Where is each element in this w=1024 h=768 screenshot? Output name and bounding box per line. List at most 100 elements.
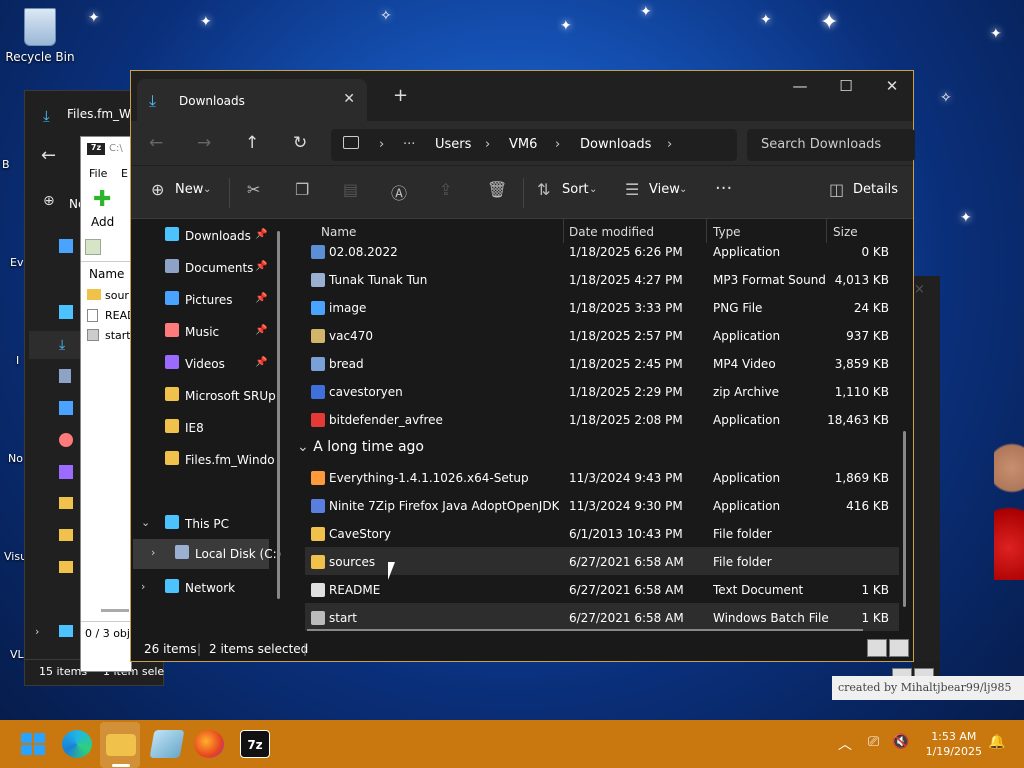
tab-downloads[interactable]: ⤓ Downloads ✕ <box>137 79 367 121</box>
firefox-icon[interactable] <box>194 730 224 758</box>
minimize-icon[interactable]: — <box>777 77 823 95</box>
table-row[interactable]: 02.08.2022 1/18/2025 6:26 PM Application 0 … <box>305 237 899 265</box>
network-tray-icon[interactable]: ⎚ <box>868 734 879 750</box>
rename-icon[interactable]: Ⓐ <box>391 180 407 204</box>
group-header[interactable]: ⌄ A long time ago <box>297 439 424 455</box>
sidebar-item-microsoft-srup[interactable]: Microsoft SRUp <box>131 381 276 411</box>
sort-icon[interactable]: ⇅ <box>537 180 550 199</box>
add-icon[interactable]: ✚ <box>93 189 111 211</box>
list-item[interactable]: sour <box>105 289 129 302</box>
edge-icon[interactable] <box>62 730 92 758</box>
chevron-right-icon[interactable]: › <box>379 137 384 152</box>
notification-bell-icon[interactable]: 🔔 <box>988 734 1005 750</box>
background-window[interactable]: × <box>912 276 940 688</box>
sort-button[interactable]: Sort <box>562 182 589 197</box>
plus-icon[interactable]: ⊕ <box>43 193 55 209</box>
chevron-down-icon[interactable]: ⌄ <box>589 184 597 195</box>
more-options-icon[interactable]: ··· <box>715 178 732 199</box>
new-button[interactable]: New <box>175 182 203 197</box>
horizontal-scrollbar[interactable] <box>307 629 863 631</box>
breadcrumb-vm6[interactable]: VM6 <box>509 137 537 152</box>
sidebar-item-pictures[interactable]: Pictures 📌 <box>131 285 276 315</box>
view-icon[interactable]: ☰ <box>625 180 639 199</box>
table-row[interactable]: CaveStory 6/1/2013 10:43 PM File folder <box>305 519 899 547</box>
chevron-down-icon[interactable]: ⌄ <box>297 439 313 455</box>
sidebar-item-label: Videos <box>185 357 225 371</box>
delete-icon[interactable]: 🗑 <box>487 180 507 199</box>
table-row[interactable]: Ninite 7Zip Firefox Java AdoptOpenJDK x.… <box>305 491 899 519</box>
list-item[interactable]: start <box>105 329 131 342</box>
paste-icon[interactable]: ▤ <box>343 180 358 199</box>
table-row[interactable]: bread 1/18/2025 2:45 PM MP4 Video 3,859 KB <box>305 349 899 377</box>
sidebar-item-local-disk[interactable]: › Local Disk (C:) <box>133 539 281 569</box>
table-row[interactable]: cavestoryen 1/18/2025 2:29 PM zip Archive 1… <box>305 377 899 405</box>
search-input[interactable]: Search Downloads <box>747 129 915 161</box>
close-window-icon[interactable]: ✕ <box>869 77 915 95</box>
address-bar[interactable]: › ··· Users › VM6 › Downloads › <box>331 129 737 161</box>
details-button[interactable]: Details <box>853 182 898 197</box>
forward-arrow-icon[interactable]: → <box>197 133 211 153</box>
chevron-right-icon[interactable]: › <box>35 625 39 638</box>
notepad-icon[interactable] <box>149 730 185 758</box>
sidebar-item-files-fm-windo[interactable]: Files.fm_Windo <box>131 445 276 475</box>
chevron-down-icon[interactable]: ⌄ <box>203 184 211 195</box>
cut-icon[interactable]: ✂ <box>247 180 260 199</box>
chevron-right-icon[interactable]: › <box>151 546 155 559</box>
back-arrow-icon[interactable]: ← <box>41 145 56 166</box>
sidebar-item-music[interactable]: Music 📌 <box>131 317 276 347</box>
table-row[interactable]: image 1/18/2025 3:33 PM PNG File 24 KB <box>305 293 899 321</box>
sevenzip-taskbar-icon[interactable]: 7z <box>240 730 270 758</box>
share-icon[interactable]: ⇪ <box>439 180 452 199</box>
nav-scrollbar[interactable] <box>277 231 280 599</box>
chevron-up-icon[interactable]: ︿ <box>838 734 852 754</box>
system-clock[interactable]: 1:53 AM 1/19/2025 <box>926 729 982 759</box>
details-pane-icon[interactable]: ◫ <box>829 180 844 199</box>
sidebar-item-downloads[interactable]: Downloads 📌 <box>131 221 276 251</box>
chevron-down-icon[interactable]: ⌄ <box>679 184 687 195</box>
close-tab-icon[interactable]: ✕ <box>343 91 355 107</box>
chevron-right-icon[interactable]: › <box>667 137 672 152</box>
sidebar-item-label: IE8 <box>185 421 204 435</box>
table-row[interactable]: vac470 1/18/2025 2:57 PM Application 937 KB <box>305 321 899 349</box>
table-row[interactable]: Tunak Tunak Tun 1/18/2025 4:27 PM MP3 Form… <box>305 265 899 293</box>
column-name[interactable]: Name <box>89 267 124 281</box>
menu-edit[interactable]: E <box>121 167 128 180</box>
table-row[interactable]: start 6/27/2021 6:58 AM Windows Batch File… <box>305 603 899 631</box>
cell-type: MP3 Format Sound <box>713 273 826 287</box>
volume-muted-icon[interactable]: 🔇 <box>892 734 909 750</box>
plus-icon[interactable]: ⊕ <box>151 180 164 199</box>
sevenzip-window[interactable]: 7z C:\ File E ✚ Add Name sour READ start… <box>80 136 137 672</box>
sidebar-item-documents[interactable]: Documents 📌 <box>131 253 276 283</box>
chevron-right-icon[interactable]: › <box>141 580 145 593</box>
copy-icon[interactable]: ❐ <box>295 180 309 199</box>
new-tab-icon[interactable]: + <box>393 85 408 106</box>
sidebar-item-videos[interactable]: Videos 📌 <box>131 349 276 379</box>
tiles-view-icon[interactable] <box>889 639 909 657</box>
up-folder-icon[interactable] <box>85 239 101 255</box>
back-arrow-icon[interactable]: ← <box>149 133 163 153</box>
list-scrollbar[interactable] <box>903 431 906 607</box>
breadcrumb-users[interactable]: Users <box>435 137 471 152</box>
chevron-down-icon[interactable]: ⌄ <box>141 516 150 529</box>
sidebar-item-network[interactable]: › Network <box>131 573 276 603</box>
sidebar-item-ie8[interactable]: IE8 <box>131 413 276 443</box>
chevron-right-icon[interactable]: › <box>485 137 490 152</box>
sidebar-item-this-pc[interactable]: ⌄ This PC <box>131 509 276 539</box>
close-icon[interactable]: × <box>914 282 925 297</box>
details-view-icon[interactable] <box>867 639 887 657</box>
recycle-bin-desktop-icon[interactable]: Recycle Bin <box>2 8 78 64</box>
more-icon[interactable]: ··· <box>403 137 415 152</box>
file-explorer-icon[interactable] <box>106 734 136 756</box>
table-row[interactable]: bitdefender_avfree 1/18/2025 2:08 PM Appli… <box>305 405 899 433</box>
table-row[interactable]: Everything-1.4.1.1026.x64-Setup 11/3/2024… <box>305 463 899 491</box>
start-icon[interactable] <box>18 730 48 758</box>
up-arrow-icon[interactable]: ↑ <box>245 133 259 153</box>
breadcrumb-downloads[interactable]: Downloads <box>580 137 651 152</box>
menu-file[interactable]: File <box>89 167 107 180</box>
refresh-icon[interactable]: ↻ <box>293 133 307 153</box>
chevron-right-icon[interactable]: › <box>555 137 560 152</box>
view-button[interactable]: View <box>649 182 680 197</box>
file-explorer-window[interactable]: ⤓ Downloads ✕ + — ☐ ✕ ← → ↑ ↻ › ··· User… <box>130 70 915 662</box>
scrollbar[interactable] <box>101 609 129 612</box>
maximize-icon[interactable]: ☐ <box>823 77 869 95</box>
